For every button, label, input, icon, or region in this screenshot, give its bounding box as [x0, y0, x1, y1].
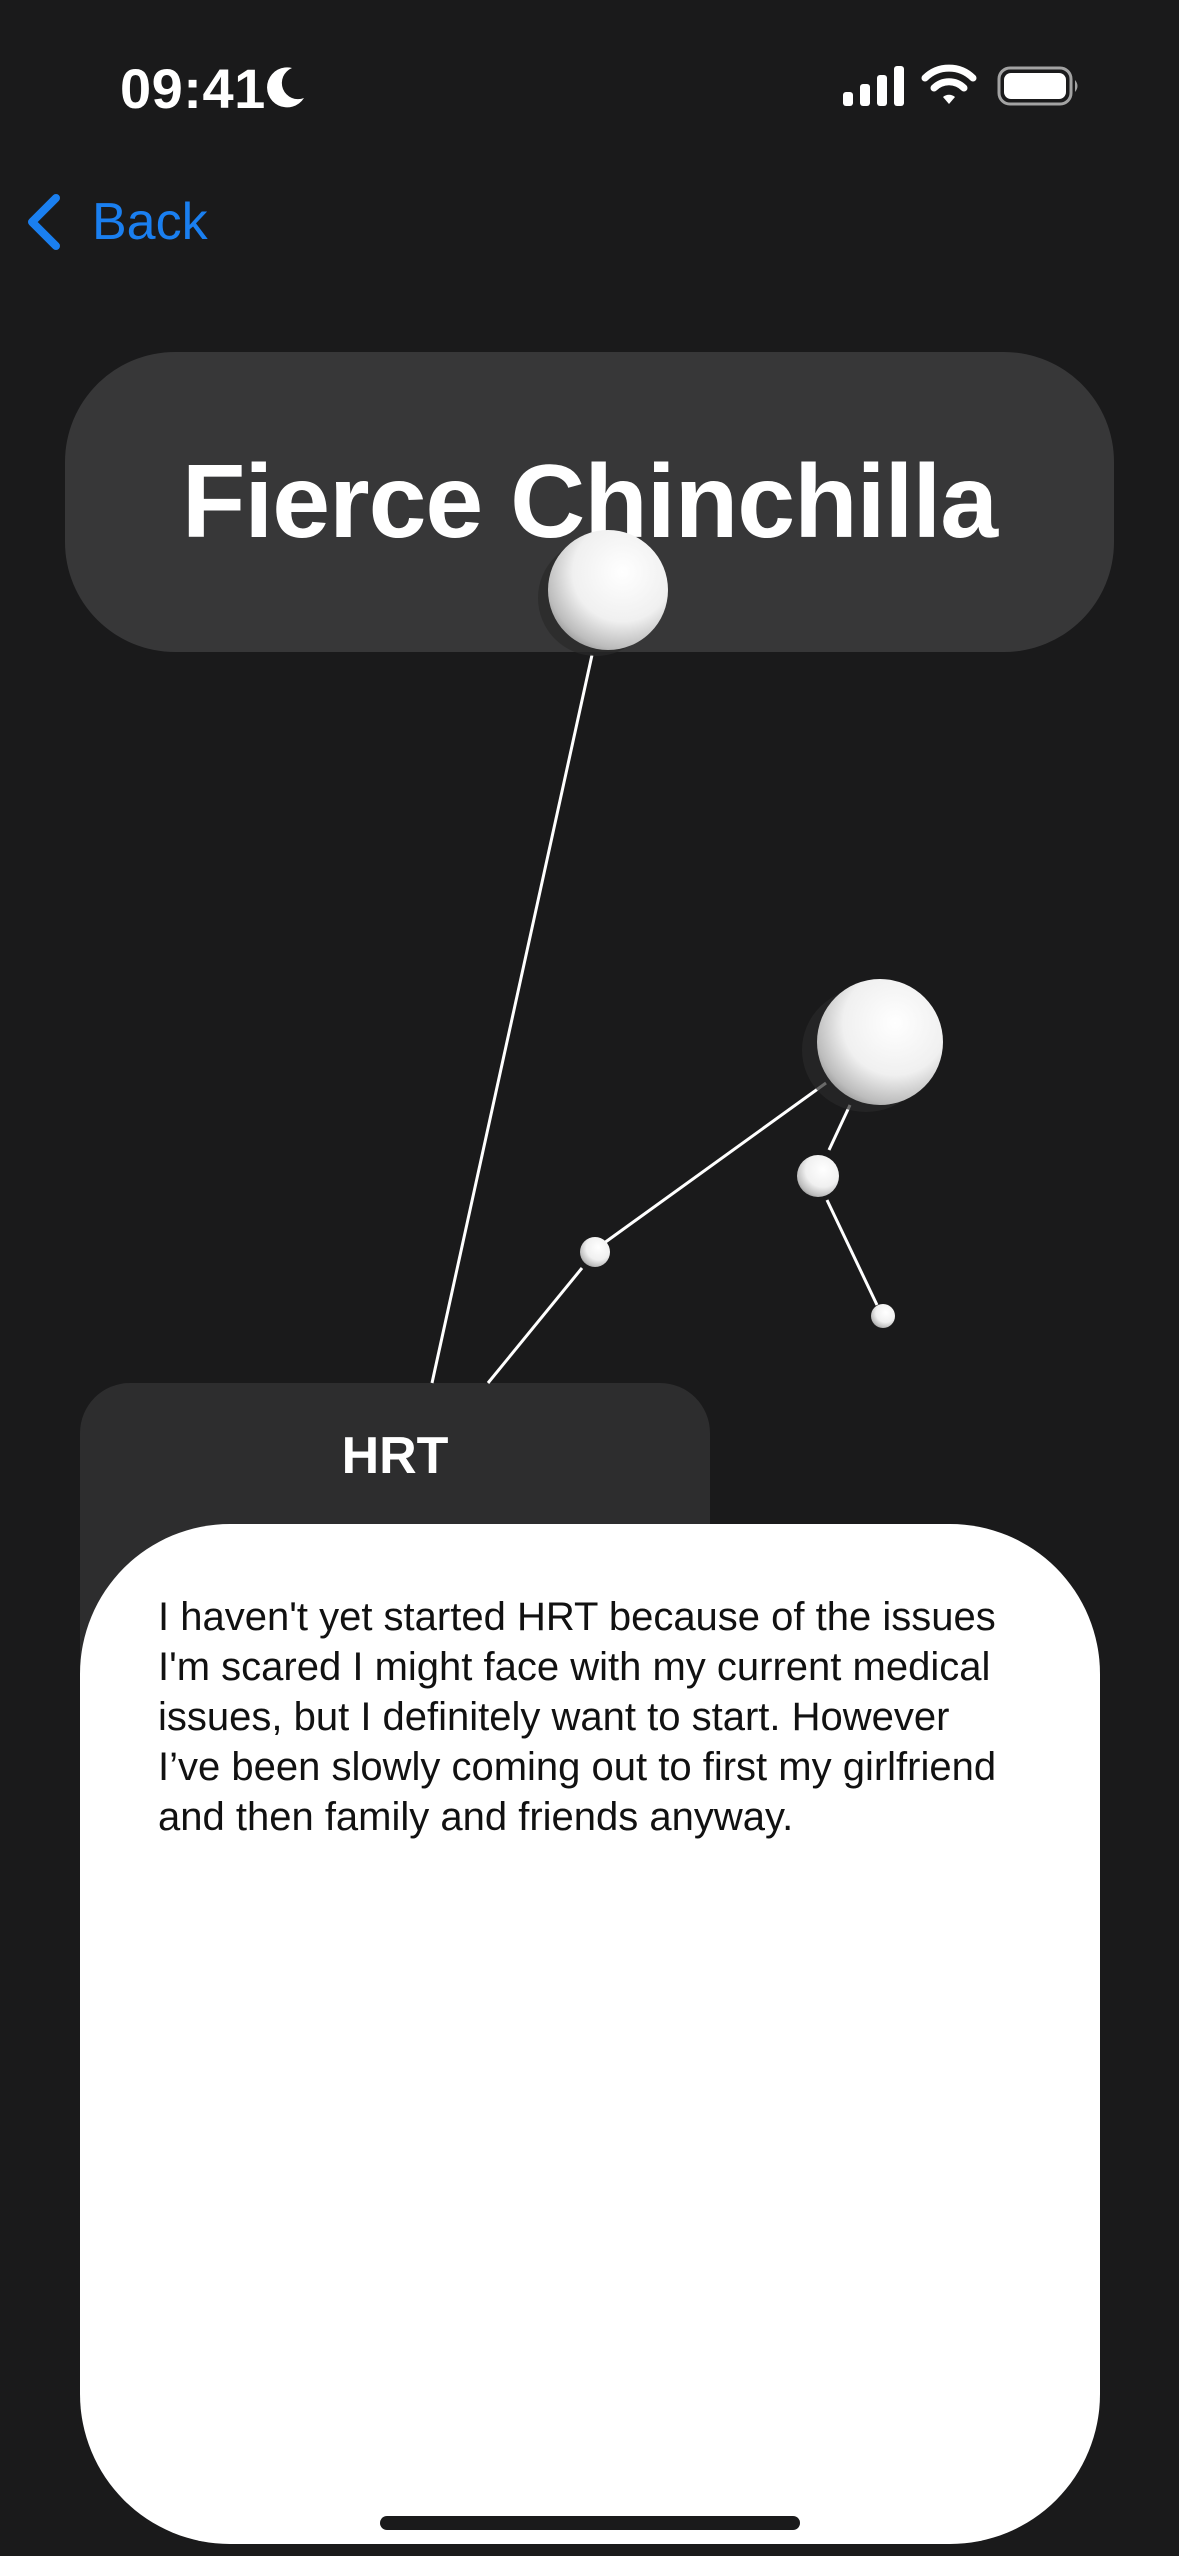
graph-node[interactable] [797, 1155, 839, 1197]
topic-title: HRT [341, 1427, 449, 1485]
graph-node[interactable] [580, 1237, 610, 1267]
story-sheet: I haven't yet started HRT because of the… [80, 1524, 1100, 2544]
chevron-left-icon [28, 194, 60, 250]
graph-edge [486, 1267, 584, 1384]
title-card: Fierce Chinchilla [65, 352, 1114, 652]
graph-node-shadow [802, 988, 930, 1112]
back-label: Back [92, 193, 208, 251]
status-time: 09:41 [120, 57, 266, 120]
signal-icon [843, 66, 904, 106]
graph-edge [827, 1104, 852, 1151]
story-text: I haven't yet started HRT because of the… [158, 1595, 997, 1839]
graph-node[interactable] [817, 979, 943, 1105]
screen: 09:41 Back Fierce Chinchilla HRT I haven… [0, 0, 1179, 2556]
graph-node[interactable] [871, 1304, 895, 1328]
graph-edge [430, 654, 594, 1384]
battery-icon [997, 66, 1078, 106]
wifi-icon [921, 64, 977, 104]
page-title: Fierce Chinchilla [181, 443, 998, 560]
back-button[interactable]: Back [24, 192, 208, 252]
graph-edges [430, 654, 879, 1384]
graph-edge [599, 1081, 827, 1248]
graph-edge [825, 1199, 879, 1306]
moon-icon [267, 67, 304, 108]
home-indicator[interactable] [380, 2516, 800, 2530]
